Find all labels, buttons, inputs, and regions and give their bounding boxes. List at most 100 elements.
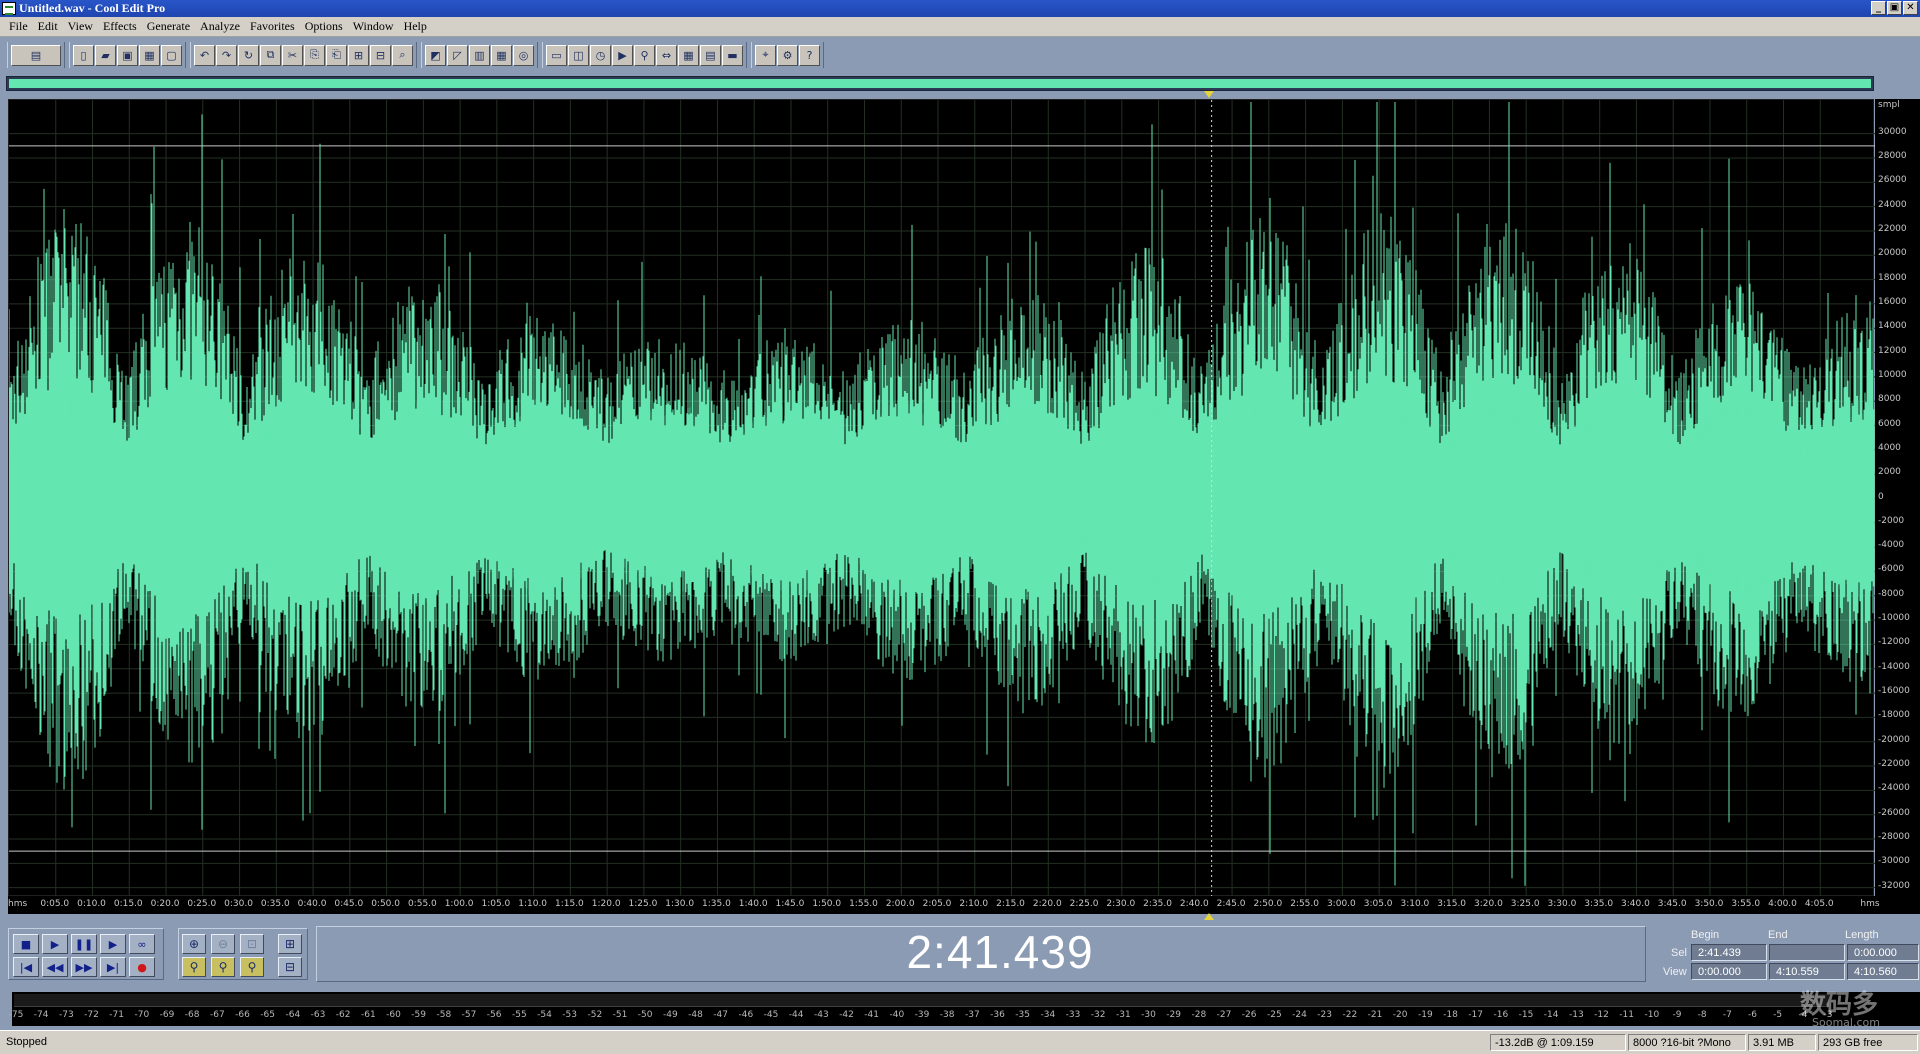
cursor-marker-top[interactable] <box>1204 91 1214 98</box>
loop-button[interactable]: ∞ <box>129 934 155 954</box>
paste-new-icon[interactable]: ⎗ <box>326 44 347 66</box>
menu-favorites[interactable]: Favorites <box>245 19 300 34</box>
cd-icon[interactable]: ◎ <box>513 44 534 66</box>
go-to-end-button[interactable]: ▶| <box>100 957 126 977</box>
frequency-icon[interactable]: ◸ <box>447 44 468 66</box>
save-icon[interactable]: ▣ <box>117 44 138 66</box>
x-tick-label: 1:30.0 <box>665 899 695 909</box>
y-tick-label: -14000 <box>1878 661 1910 672</box>
y-tick-label: -10000 <box>1878 613 1910 624</box>
spectral-icon[interactable]: ▥ <box>469 44 490 66</box>
cue-list-icon[interactable]: ▬ <box>722 44 743 66</box>
y-tick-label: 18000 <box>1878 272 1907 283</box>
menu-file[interactable]: File <box>4 19 33 34</box>
redo-icon[interactable]: ↷ <box>216 44 237 66</box>
copy-icon[interactable]: ⧉ <box>260 44 281 66</box>
undo-icon[interactable]: ↶ <box>194 44 215 66</box>
close-file-icon[interactable]: ▢ <box>161 44 182 66</box>
meter-scale-label: -25 <box>1266 1010 1282 1020</box>
zoom-out-vertical-button[interactable]: ⊟ <box>278 957 302 977</box>
help-icon[interactable]: ? <box>799 44 820 66</box>
analyze-icon[interactable]: ⌕ <box>392 44 413 66</box>
menu-help[interactable]: Help <box>399 19 432 34</box>
zoom-selection-icon[interactable]: ⚲ <box>634 44 655 66</box>
sel-length-field[interactable]: 0:00.000 <box>1847 944 1919 961</box>
spectral-pan-icon[interactable]: ▦ <box>491 44 512 66</box>
zoom-in-horizontal-button[interactable]: ⊕ <box>182 934 206 954</box>
sel-end-field[interactable] <box>1769 944 1845 961</box>
snap-icon[interactable]: ⌖ <box>755 44 776 66</box>
play-icon[interactable]: ▶ <box>612 44 633 66</box>
menu-analyze[interactable]: Analyze <box>195 19 245 34</box>
time-icon[interactable]: ◷ <box>590 44 611 66</box>
open-file-icon[interactable]: ▰ <box>95 44 116 66</box>
repeat-icon[interactable]: ↻ <box>238 44 259 66</box>
settings-icon[interactable]: ⚙ <box>777 44 798 66</box>
menu-generate[interactable]: Generate <box>142 19 195 34</box>
zoom-left-button[interactable]: ⚲ <box>182 957 206 977</box>
x-tick-label: 3:05.0 <box>1363 899 1393 909</box>
midi-icon[interactable]: ▤ <box>700 44 721 66</box>
meter-scale-label: -21 <box>1367 1010 1383 1020</box>
play-button[interactable]: ▶ <box>42 934 68 954</box>
fast-forward-icon: ▶▶ <box>75 960 93 974</box>
trim-icon[interactable]: ⊟ <box>370 44 391 66</box>
menu-window[interactable]: Window <box>348 19 399 34</box>
menu-view[interactable]: View <box>63 19 98 34</box>
play-to-end-button[interactable]: ▶ <box>100 934 126 954</box>
meter-scale-label: -75 <box>8 1010 24 1020</box>
waveform-display[interactable] <box>8 99 1875 897</box>
sel-begin-field[interactable]: 2:41.439 <box>1691 944 1767 961</box>
meter-scale-label: -43 <box>813 1010 829 1020</box>
rewind-icon: ◀◀ <box>46 960 64 974</box>
cursor-marker-bottom[interactable] <box>1204 913 1214 920</box>
fast-forward-button[interactable]: ▶▶ <box>71 957 97 977</box>
minimize-button[interactable]: _ <box>1871 1 1886 15</box>
go-to-end-icon: ▶| <box>106 960 120 974</box>
mix-paste-icon[interactable]: ⊞ <box>348 44 369 66</box>
go-to-start-button[interactable]: |◀ <box>13 957 39 977</box>
menu-edit[interactable]: Edit <box>33 19 63 34</box>
meter-scale-label: -72 <box>84 1010 99 1020</box>
x-tick-label: 1:20.0 <box>591 899 621 909</box>
metronome-icon[interactable]: ◫ <box>568 44 589 66</box>
maximize-button[interactable]: ▣ <box>1887 1 1902 15</box>
zoom-full-button[interactable]: ⊡ <box>240 934 264 954</box>
x-tick-label: 0:15.0 <box>113 899 143 909</box>
menu-effects[interactable]: Effects <box>98 19 142 34</box>
meter-scale-label: -38 <box>939 1010 955 1020</box>
record-button[interactable]: ● <box>129 957 155 977</box>
stop-button[interactable]: ■ <box>13 934 39 954</box>
app-icon[interactable] <box>2 2 16 15</box>
rewind-button[interactable]: ◀◀ <box>42 957 68 977</box>
zoom-selection-button[interactable]: ⚲ <box>240 957 264 977</box>
pause-button[interactable]: ❚❚ <box>71 934 97 954</box>
meter-scale-label: -70 <box>134 1010 150 1020</box>
overview-range[interactable] <box>9 79 1871 88</box>
view-end-field[interactable]: 4:10.559 <box>1769 963 1845 980</box>
menu-options[interactable]: Options <box>300 19 348 34</box>
y-tick-label: 12000 <box>1878 345 1907 356</box>
new-file-icon[interactable]: ▯ <box>73 44 94 66</box>
keyboard-icon[interactable]: ▦ <box>678 44 699 66</box>
envelope-icon[interactable]: ◩ <box>425 44 446 66</box>
meter-scale-label: -49 <box>662 1010 678 1020</box>
waveform-canvas[interactable] <box>8 100 1875 897</box>
close-button[interactable]: ✕ <box>1903 1 1918 15</box>
view-begin-field[interactable]: 0:00.000 <box>1691 963 1767 980</box>
zoom-right-button[interactable]: ⚲ <box>211 957 235 977</box>
paste-icon[interactable]: ⎘ <box>304 44 325 66</box>
zoom-in-vertical-button[interactable]: ⊞ <box>278 934 302 954</box>
x-tick-label: 1:35.0 <box>702 899 731 909</box>
meter-scale-label: -33 <box>1065 1010 1081 1020</box>
view-length-field[interactable]: 4:10.560 <box>1847 963 1919 980</box>
waveform-multitrack-toggle-icon[interactable]: ▤ <box>11 44 61 66</box>
save-as-icon[interactable]: ▦ <box>139 44 160 66</box>
frame-icon[interactable]: ▭ <box>546 44 567 66</box>
overview-scrollbar[interactable] <box>6 76 1874 91</box>
time-ruler[interactable]: hms hms 0:05.0 0:10.0 0:15.0 0:20.0 0:25.0 0:… <box>8 896 1920 914</box>
cut-icon[interactable]: ✂ <box>282 44 303 66</box>
meter-scale-label: -6 <box>1748 1010 1757 1020</box>
zoom-out-horizontal-button[interactable]: ⊖ <box>211 934 235 954</box>
scroll-icon[interactable]: ⇔ <box>656 44 677 66</box>
